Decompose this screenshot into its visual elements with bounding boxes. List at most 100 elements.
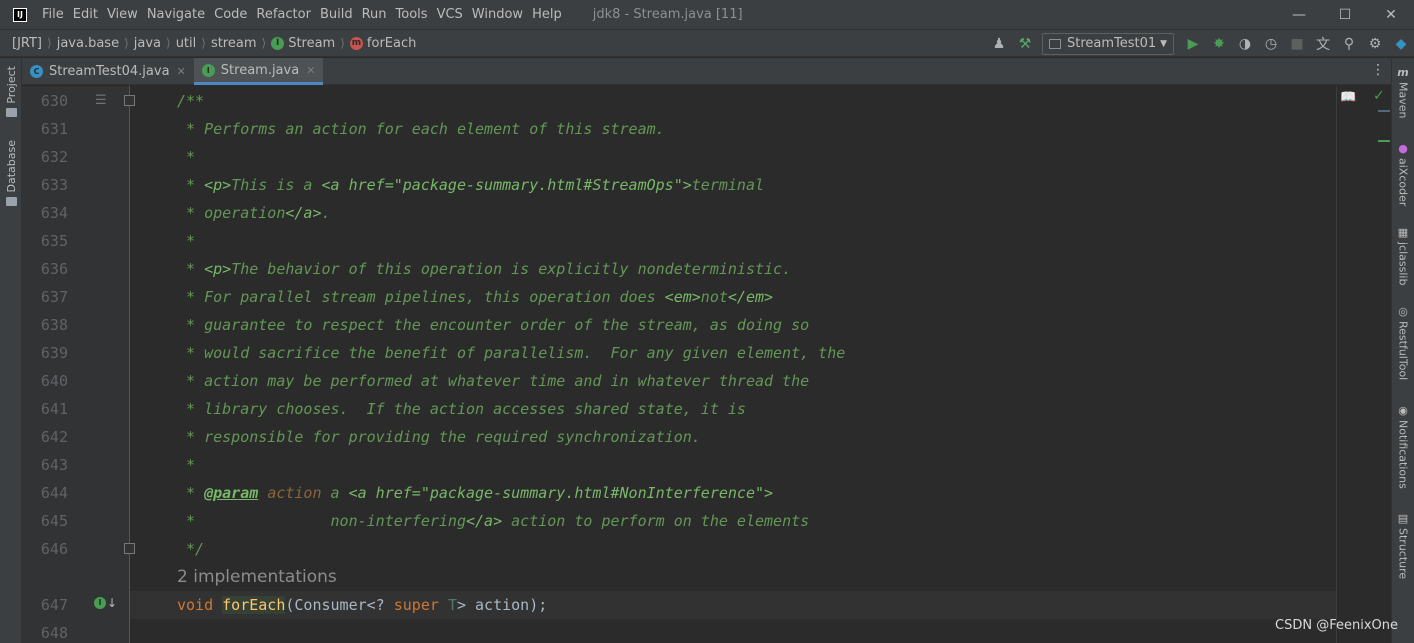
code-line: *: [177, 227, 195, 255]
code-line: */: [177, 535, 204, 563]
breadcrumb-stream-interface[interactable]: I Stream: [271, 36, 335, 51]
fold-marker-icon[interactable]: [124, 95, 135, 106]
window-title: jdk8 - Stream.java [11]: [592, 7, 743, 22]
ide-update-icon[interactable]: ◆: [1388, 31, 1414, 57]
breadcrumb-label: stream: [210, 35, 257, 51]
doc-comment-text: * responsible for providing the required…: [177, 428, 701, 446]
maven-tool-tab[interactable]: m Maven: [1392, 66, 1414, 118]
maximize-button[interactable]: ☐: [1322, 0, 1368, 29]
keyword: void: [177, 596, 223, 614]
stop-icon[interactable]: ■: [1284, 31, 1310, 57]
menu-file[interactable]: File: [42, 7, 64, 22]
watermark: CSDN @FeenixOne: [1275, 618, 1398, 633]
maven-tool-label: Maven: [1396, 82, 1410, 119]
configuration-icon: [1049, 38, 1061, 49]
tab-stream[interactable]: I Stream.java ✕: [193, 58, 324, 85]
code-line: * <p>The behavior of this operation is e…: [177, 255, 791, 283]
code-line: * @param action a <a href="package-summa…: [177, 479, 773, 507]
scroll-marker[interactable]: [1378, 110, 1390, 112]
jclasslib-tool-tab[interactable]: ▦ jclasslib: [1392, 226, 1414, 285]
breadcrumb-separator-icon: ⟩: [340, 36, 345, 50]
doc-html-tag: </em>: [727, 288, 774, 306]
right-margin-guide: [1336, 86, 1337, 643]
build-hammer-icon[interactable]: ⚒: [1012, 31, 1038, 57]
user-icon[interactable]: ♟: [986, 31, 1012, 57]
menu-refactor[interactable]: Refactor: [256, 7, 311, 22]
profile-icon[interactable]: ◷: [1258, 31, 1284, 57]
menu-code[interactable]: Code: [214, 7, 247, 22]
menu-build[interactable]: Build: [320, 7, 353, 22]
code-line: * responsible for providing the required…: [177, 423, 701, 451]
menu-help[interactable]: Help: [532, 7, 562, 22]
doc-comment-text: *: [177, 148, 196, 166]
notifications-tool-label: Notifications: [1396, 420, 1410, 489]
menu-navigate[interactable]: Navigate: [147, 7, 205, 22]
doc-comment-text: * library chooses. If the action accesse…: [177, 400, 746, 418]
chevron-down-icon: ▼: [1160, 38, 1167, 49]
menu-run[interactable]: Run: [362, 7, 387, 22]
doc-html-tag: <p>: [204, 260, 232, 278]
code-line: * non-interfering</a> action to perform …: [177, 507, 809, 535]
notifications-tool-tab[interactable]: ◉ Notifications: [1392, 404, 1414, 489]
run-configuration-select[interactable]: StreamTest01 ▼: [1042, 32, 1174, 55]
code-line: /**: [177, 87, 204, 115]
breadcrumb-label: forEach: [366, 35, 417, 51]
doc-comment-text: * would sacrifice the benefit of paralle…: [177, 344, 846, 362]
method-name[interactable]: forEach: [222, 596, 286, 614]
menu-view[interactable]: View: [107, 7, 138, 22]
jclasslib-tool-label: jclasslib: [1396, 242, 1410, 286]
breadcrumb-java-base[interactable]: java.base: [57, 36, 119, 51]
fold-marker-icon[interactable]: [124, 543, 135, 554]
implemented-method-icon[interactable]: I ↓: [94, 596, 117, 610]
menu-edit[interactable]: Edit: [73, 7, 98, 22]
toggle-rendered-doc-icon[interactable]: ☰: [95, 93, 107, 108]
structure-tool-label: Structure: [1396, 528, 1410, 580]
close-icon[interactable]: ✕: [306, 64, 315, 77]
interface-icon: I: [201, 63, 215, 77]
inspection-ok-icon[interactable]: ✓: [1373, 88, 1385, 104]
restfultool-tool-tab[interactable]: ◎ RestfulTool: [1392, 305, 1414, 380]
code-editor[interactable]: 630 631 632 633 634 635 636 637 638 639 …: [22, 86, 1391, 643]
search-icon[interactable]: ⚲: [1336, 31, 1362, 57]
close-icon[interactable]: ✕: [177, 65, 186, 78]
menu-vcs[interactable]: VCS: [437, 7, 463, 22]
coverage-icon[interactable]: ◑: [1232, 31, 1258, 57]
close-window-button[interactable]: ✕: [1368, 0, 1414, 29]
menu-window[interactable]: Window: [472, 7, 523, 22]
minimize-button[interactable]: —: [1276, 0, 1322, 29]
implemented-icon: I: [94, 597, 106, 609]
doc-param-tag[interactable]: @param: [204, 484, 258, 502]
breadcrumb-foreach[interactable]: m forEach: [349, 35, 417, 51]
left-tool-window-bar: Project Database: [0, 58, 22, 643]
menu-tools[interactable]: Tools: [396, 7, 428, 22]
code-text: (Consumer<?: [285, 596, 394, 614]
debug-icon[interactable]: ✸: [1206, 31, 1232, 57]
line-number: 631: [40, 120, 68, 138]
breadcrumb-util[interactable]: util: [176, 36, 197, 51]
breadcrumb-label: util: [175, 35, 197, 51]
scroll-marker[interactable]: [1378, 140, 1390, 142]
type-parameter: T: [447, 596, 457, 614]
more-vertical-icon[interactable]: ⋮: [1371, 62, 1385, 78]
run-icon[interactable]: ▶: [1180, 31, 1206, 57]
breadcrumb-stream-package[interactable]: stream: [211, 36, 257, 51]
line-number: 632: [40, 148, 68, 166]
database-tool-label: Database: [4, 140, 18, 193]
doc-comment-text: * operation: [177, 204, 286, 222]
translate-icon[interactable]: 文: [1310, 31, 1336, 57]
gear-icon[interactable]: ⚙: [1362, 31, 1388, 57]
window-controls: — ☐ ✕: [1276, 0, 1414, 29]
breadcrumb-jrt[interactable]: [JRT]: [12, 36, 42, 51]
doc-comment-text: /**: [177, 92, 205, 110]
reader-mode-icon[interactable]: 📖: [1340, 90, 1356, 105]
tab-streamtest04[interactable]: C StreamTest04.java ✕: [22, 58, 194, 84]
bell-icon: ◉: [1398, 404, 1408, 417]
title-bar: IJ File Edit View Navigate Code Refactor…: [0, 0, 1414, 29]
structure-tool-tab[interactable]: ▤ Structure: [1392, 512, 1414, 579]
database-tool-tab[interactable]: Database: [0, 140, 22, 206]
breadcrumb-java[interactable]: java: [134, 36, 161, 51]
project-tool-tab[interactable]: Project: [0, 66, 22, 117]
implementations-hint[interactable]: 2 implementations: [177, 563, 337, 591]
maven-icon: m: [1397, 66, 1409, 79]
aixcoder-tool-tab[interactable]: ● aiXcoder: [1392, 142, 1414, 206]
